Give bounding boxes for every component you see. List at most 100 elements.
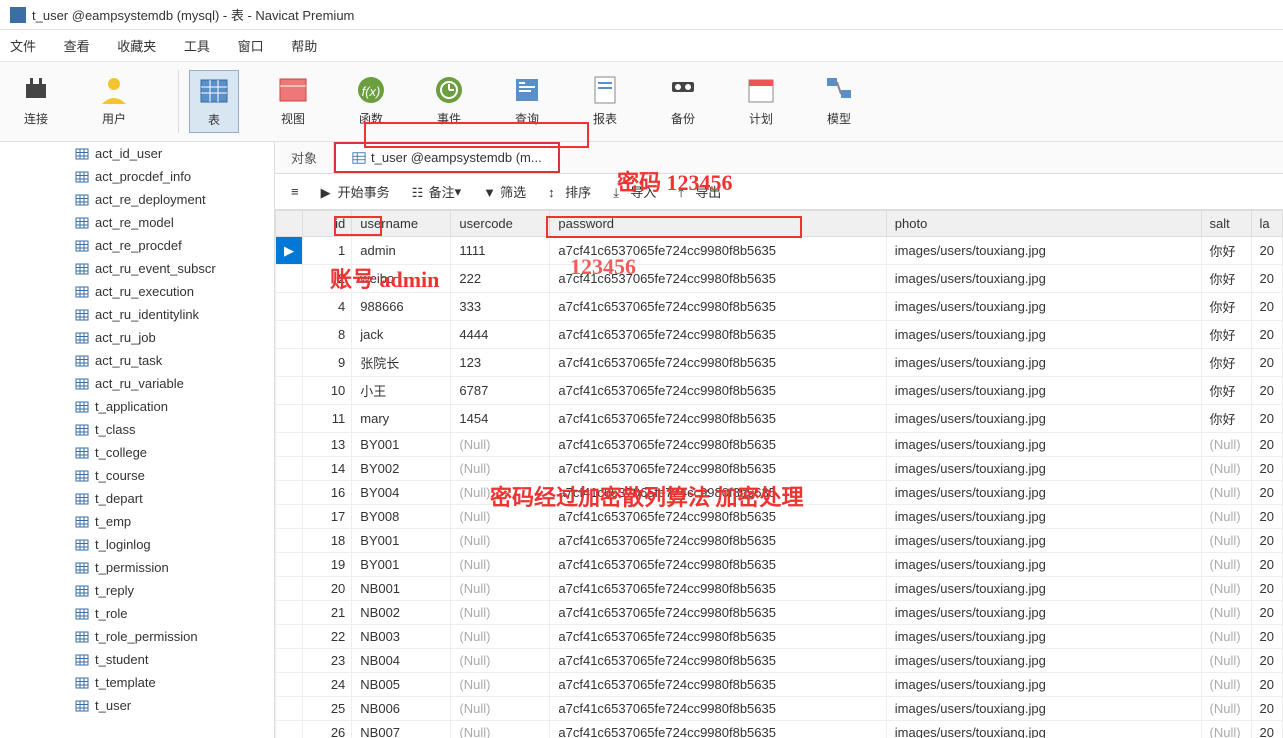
table-row[interactable]: 13BY001(Null)a7cf41c6537065fe724cc9980f8… xyxy=(276,433,1283,457)
cell[interactable]: mary xyxy=(352,405,451,433)
cell[interactable]: a7cf41c6537065fe724cc9980f8b5635 xyxy=(550,237,886,265)
sidebar-item-t-loginlog[interactable]: t_loginlog xyxy=(0,533,274,556)
cell[interactable]: (Null) xyxy=(451,481,550,505)
cell[interactable]: 20 xyxy=(1251,601,1282,625)
cell[interactable]: (Null) xyxy=(1201,481,1251,505)
toolbar-report-button[interactable]: 报表 xyxy=(581,70,629,133)
cell[interactable]: 20 xyxy=(1251,529,1282,553)
cell[interactable]: 988666 xyxy=(352,293,451,321)
col-usercode[interactable]: usercode xyxy=(451,211,550,237)
table-row[interactable]: 22NB003(Null)a7cf41c6537065fe724cc9980f8… xyxy=(276,625,1283,649)
toolbar-schedule-button[interactable]: 计划 xyxy=(737,70,785,133)
cell[interactable]: a7cf41c6537065fe724cc9980f8b5635 xyxy=(550,673,886,697)
cell[interactable]: 22 xyxy=(303,625,352,649)
table-row[interactable]: 8jack4444a7cf41c6537065fe724cc9980f8b563… xyxy=(276,321,1283,349)
cell[interactable]: jack xyxy=(352,321,451,349)
cell[interactable]: (Null) xyxy=(451,673,550,697)
import-button[interactable]: ⤓导入 xyxy=(607,180,662,203)
cell[interactable]: NB006 xyxy=(352,697,451,721)
cell[interactable]: 8 xyxy=(303,321,352,349)
cell[interactable]: a7cf41c6537065fe724cc9980f8b5635 xyxy=(550,405,886,433)
table-row[interactable]: 26NB007(Null)a7cf41c6537065fe724cc9980f8… xyxy=(276,721,1283,738)
table-row[interactable]: 4988666333a7cf41c6537065fe724cc9980f8b56… xyxy=(276,293,1283,321)
cell[interactable]: (Null) xyxy=(1201,673,1251,697)
tab-tuser[interactable]: t_user @eampsystemdb (m... xyxy=(334,142,560,173)
cell[interactable]: 4 xyxy=(303,293,352,321)
cell[interactable]: images/users/touxiang.jpg xyxy=(886,405,1201,433)
cell[interactable]: 24 xyxy=(303,673,352,697)
cell[interactable]: a7cf41c6537065fe724cc9980f8b5635 xyxy=(550,433,886,457)
cell[interactable]: a7cf41c6537065fe724cc9980f8b5635 xyxy=(550,625,886,649)
cell[interactable]: (Null) xyxy=(451,553,550,577)
sidebar-item-act-ru-execution[interactable]: act_ru_execution xyxy=(0,280,274,303)
cell[interactable]: images/users/touxiang.jpg xyxy=(886,553,1201,577)
table-row[interactable]: ▶1admin1111a7cf41c6537065fe724cc9980f8b5… xyxy=(276,237,1283,265)
table-row[interactable]: 11mary1454a7cf41c6537065fe724cc9980f8b56… xyxy=(276,405,1283,433)
toolbar-fx-button[interactable]: f(x)函数 xyxy=(347,70,395,133)
col-username[interactable]: username xyxy=(352,211,451,237)
cell[interactable]: images/users/touxiang.jpg xyxy=(886,237,1201,265)
cell[interactable]: BY008 xyxy=(352,505,451,529)
sidebar-item-act-procdef-info[interactable]: act_procdef_info xyxy=(0,165,274,188)
cell[interactable]: 333 xyxy=(451,293,550,321)
cell[interactable]: a7cf41c6537065fe724cc9980f8b5635 xyxy=(550,529,886,553)
cell[interactable]: (Null) xyxy=(451,721,550,738)
table-row[interactable]: 2weibo222a7cf41c6537065fe724cc9980f8b563… xyxy=(276,265,1283,293)
cell[interactable]: images/users/touxiang.jpg xyxy=(886,377,1201,405)
cell[interactable]: 1454 xyxy=(451,405,550,433)
cell[interactable]: 222 xyxy=(451,265,550,293)
cell[interactable]: 你好 xyxy=(1201,321,1251,349)
sidebar-item-act-re-procdef[interactable]: act_re_procdef xyxy=(0,234,274,257)
cell[interactable]: 1 xyxy=(303,237,352,265)
cell[interactable]: 19 xyxy=(303,553,352,577)
cell[interactable]: a7cf41c6537065fe724cc9980f8b5635 xyxy=(550,265,886,293)
cell[interactable]: (Null) xyxy=(451,457,550,481)
menu-file[interactable]: 文件 xyxy=(10,39,36,54)
table-row[interactable]: 14BY002(Null)a7cf41c6537065fe724cc9980f8… xyxy=(276,457,1283,481)
cell[interactable]: 20 xyxy=(1251,377,1282,405)
cell[interactable]: (Null) xyxy=(451,649,550,673)
cell[interactable]: 20 xyxy=(1251,457,1282,481)
cell[interactable]: images/users/touxiang.jpg xyxy=(886,265,1201,293)
cell[interactable]: a7cf41c6537065fe724cc9980f8b5635 xyxy=(550,553,886,577)
cell[interactable]: 13 xyxy=(303,433,352,457)
cell[interactable]: 16 xyxy=(303,481,352,505)
cell[interactable]: 20 xyxy=(1251,265,1282,293)
cell[interactable]: 23 xyxy=(303,649,352,673)
cell[interactable]: a7cf41c6537065fe724cc9980f8b5635 xyxy=(550,601,886,625)
table-row[interactable]: 24NB005(Null)a7cf41c6537065fe724cc9980f8… xyxy=(276,673,1283,697)
filter-button[interactable]: ▼筛选 xyxy=(477,180,532,203)
cell[interactable]: 小王 xyxy=(352,377,451,405)
cell[interactable]: NB004 xyxy=(352,649,451,673)
cell[interactable]: (Null) xyxy=(1201,697,1251,721)
cell[interactable]: images/users/touxiang.jpg xyxy=(886,457,1201,481)
col-id[interactable]: id xyxy=(303,211,352,237)
cell[interactable]: 你好 xyxy=(1201,377,1251,405)
cell[interactable]: 20 xyxy=(1251,577,1282,601)
cell[interactable]: 6787 xyxy=(451,377,550,405)
cell[interactable]: a7cf41c6537065fe724cc9980f8b5635 xyxy=(550,649,886,673)
sidebar-item-t-college[interactable]: t_college xyxy=(0,441,274,464)
cell[interactable]: 9 xyxy=(303,349,352,377)
cell[interactable]: NB002 xyxy=(352,601,451,625)
cell[interactable]: 18 xyxy=(303,529,352,553)
sort-button[interactable]: ↕排序 xyxy=(542,180,597,203)
cell[interactable]: images/users/touxiang.jpg xyxy=(886,321,1201,349)
table-row[interactable]: 23NB004(Null)a7cf41c6537065fe724cc9980f8… xyxy=(276,649,1283,673)
menu-view[interactable]: 查看 xyxy=(64,39,90,54)
sidebar-item-act-ru-identitylink[interactable]: act_ru_identitylink xyxy=(0,303,274,326)
cell[interactable]: 14 xyxy=(303,457,352,481)
cell[interactable]: BY001 xyxy=(352,553,451,577)
cell[interactable]: 20 xyxy=(1251,349,1282,377)
cell[interactable]: NB001 xyxy=(352,577,451,601)
cell[interactable]: (Null) xyxy=(1201,433,1251,457)
cell[interactable]: weibo xyxy=(352,265,451,293)
cell[interactable]: 20 xyxy=(1251,625,1282,649)
menu-help[interactable]: 帮助 xyxy=(291,39,317,54)
cell[interactable]: a7cf41c6537065fe724cc9980f8b5635 xyxy=(550,321,886,349)
sidebar-item-act-ru-task[interactable]: act_ru_task xyxy=(0,349,274,372)
cell[interactable]: (Null) xyxy=(1201,577,1251,601)
sidebar-item-t-template[interactable]: t_template xyxy=(0,671,274,694)
table-row[interactable]: 21NB002(Null)a7cf41c6537065fe724cc9980f8… xyxy=(276,601,1283,625)
cell[interactable]: NB005 xyxy=(352,673,451,697)
